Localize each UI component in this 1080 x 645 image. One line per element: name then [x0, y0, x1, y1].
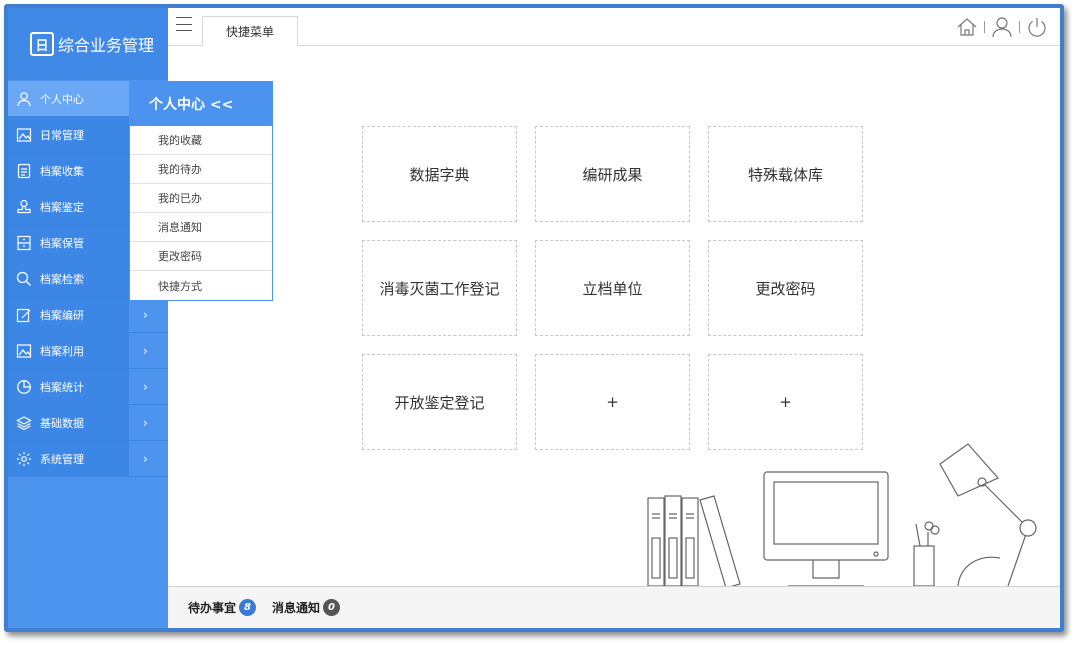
- layers-icon: [16, 415, 32, 431]
- notice-count-badge: 0: [323, 599, 341, 616]
- chevron-right-icon: ›: [129, 369, 168, 404]
- home-icon[interactable]: [956, 16, 978, 38]
- power-icon[interactable]: [1026, 16, 1048, 38]
- submenu-item-todo[interactable]: 我的待办: [130, 155, 272, 184]
- app-window: 日 综合业务管理 个人中心 日常管理 档案收集 档案鉴定 档案保管 档案检索 档…: [4, 4, 1064, 632]
- shortcut-archiving-unit[interactable]: 立档单位: [535, 240, 690, 336]
- submenu-title[interactable]: 个人中心 <<: [130, 82, 272, 126]
- submenu-item-done[interactable]: 我的已办: [130, 184, 272, 213]
- submenu-item-notifications[interactable]: 消息通知: [130, 213, 272, 242]
- sidebar-item-label: 档案鉴定: [40, 200, 84, 214]
- shortcut-special-media-library[interactable]: 特殊载体库: [708, 126, 863, 222]
- notice-indicator[interactable]: 消息通知 0: [272, 599, 341, 616]
- sidebar-item-base-data[interactable]: 基础数据 ›: [8, 405, 168, 441]
- notice-label: 消息通知: [272, 601, 321, 615]
- user-icon: [16, 91, 32, 107]
- sidebar-item-label: 档案保管: [40, 236, 84, 250]
- sidebar-item-label: 档案检索: [40, 272, 84, 286]
- sidebar-item-label: 档案编研: [40, 308, 84, 322]
- shortcut-data-dictionary[interactable]: 数据字典: [362, 126, 517, 222]
- gear-icon: [16, 451, 32, 467]
- top-bar: 快捷菜单: [168, 8, 1060, 46]
- sidebar-item-archive-compilation[interactable]: 档案编研 ›: [8, 297, 168, 333]
- submenu-item-favorites[interactable]: 我的收藏: [130, 126, 272, 155]
- submenu-item-shortcuts[interactable]: 快捷方式: [130, 271, 272, 300]
- chevron-right-icon: ›: [129, 333, 168, 368]
- shortcut-compilation-results[interactable]: 编研成果: [535, 126, 690, 222]
- chevron-right-icon: ›: [129, 441, 168, 476]
- divider: [1019, 21, 1020, 33]
- user-icon[interactable]: [991, 16, 1013, 38]
- document-icon: [16, 163, 32, 179]
- sidebar-item-system-management[interactable]: 系统管理 ›: [8, 441, 168, 477]
- submenu-item-change-password[interactable]: 更改密码: [130, 242, 272, 271]
- app-title: 综合业务管理: [58, 36, 155, 55]
- chevron-right-icon: ›: [129, 405, 168, 440]
- sidebar-item-label: 档案统计: [40, 380, 84, 394]
- sidebar-item-archive-utilization[interactable]: 档案利用 ›: [8, 333, 168, 369]
- top-actions: [956, 16, 1048, 38]
- pie-chart-icon: [16, 379, 32, 395]
- search-icon: [16, 271, 32, 287]
- chevron-right-icon: ›: [129, 297, 168, 332]
- brand: 日 综合业务管理: [8, 8, 168, 80]
- todo-label: 待办事宜: [188, 601, 237, 615]
- tab-shortcut-menu[interactable]: 快捷菜单: [202, 16, 298, 46]
- todo-count-badge: 8: [239, 599, 257, 616]
- sidebar-item-label: 基础数据: [40, 416, 84, 430]
- hamburger-menu-icon[interactable]: [176, 17, 192, 31]
- edit-icon: [16, 307, 32, 323]
- app-logo-icon: 日: [30, 32, 54, 56]
- sidebar-item-label: 系统管理: [40, 452, 84, 466]
- personal-center-submenu: 个人中心 << 我的收藏 我的待办 我的已办 消息通知 更改密码 快捷方式: [129, 81, 273, 301]
- cabinet-icon: [16, 235, 32, 251]
- sidebar-item-label: 个人中心: [40, 92, 84, 106]
- image-icon: [16, 343, 32, 359]
- sidebar-item-archive-statistics[interactable]: 档案统计 ›: [8, 369, 168, 405]
- shortcut-disinfection-registration[interactable]: 消毒灭菌工作登记: [362, 240, 517, 336]
- sidebar-item-label: 档案利用: [40, 344, 84, 358]
- divider: [984, 21, 985, 33]
- stamp-icon: [16, 199, 32, 215]
- shortcut-change-password[interactable]: 更改密码: [708, 240, 863, 336]
- image-icon: [16, 127, 32, 143]
- status-bar: 待办事宜 8 消息通知 0: [168, 586, 1060, 628]
- shortcut-open-appraisal-registration[interactable]: 开放鉴定登记: [362, 354, 517, 450]
- sidebar-item-label: 档案收集: [40, 164, 84, 178]
- desk-illustration: [647, 443, 1037, 586]
- sidebar-item-label: 日常管理: [40, 128, 84, 142]
- todo-indicator[interactable]: 待办事宜 8: [188, 599, 257, 616]
